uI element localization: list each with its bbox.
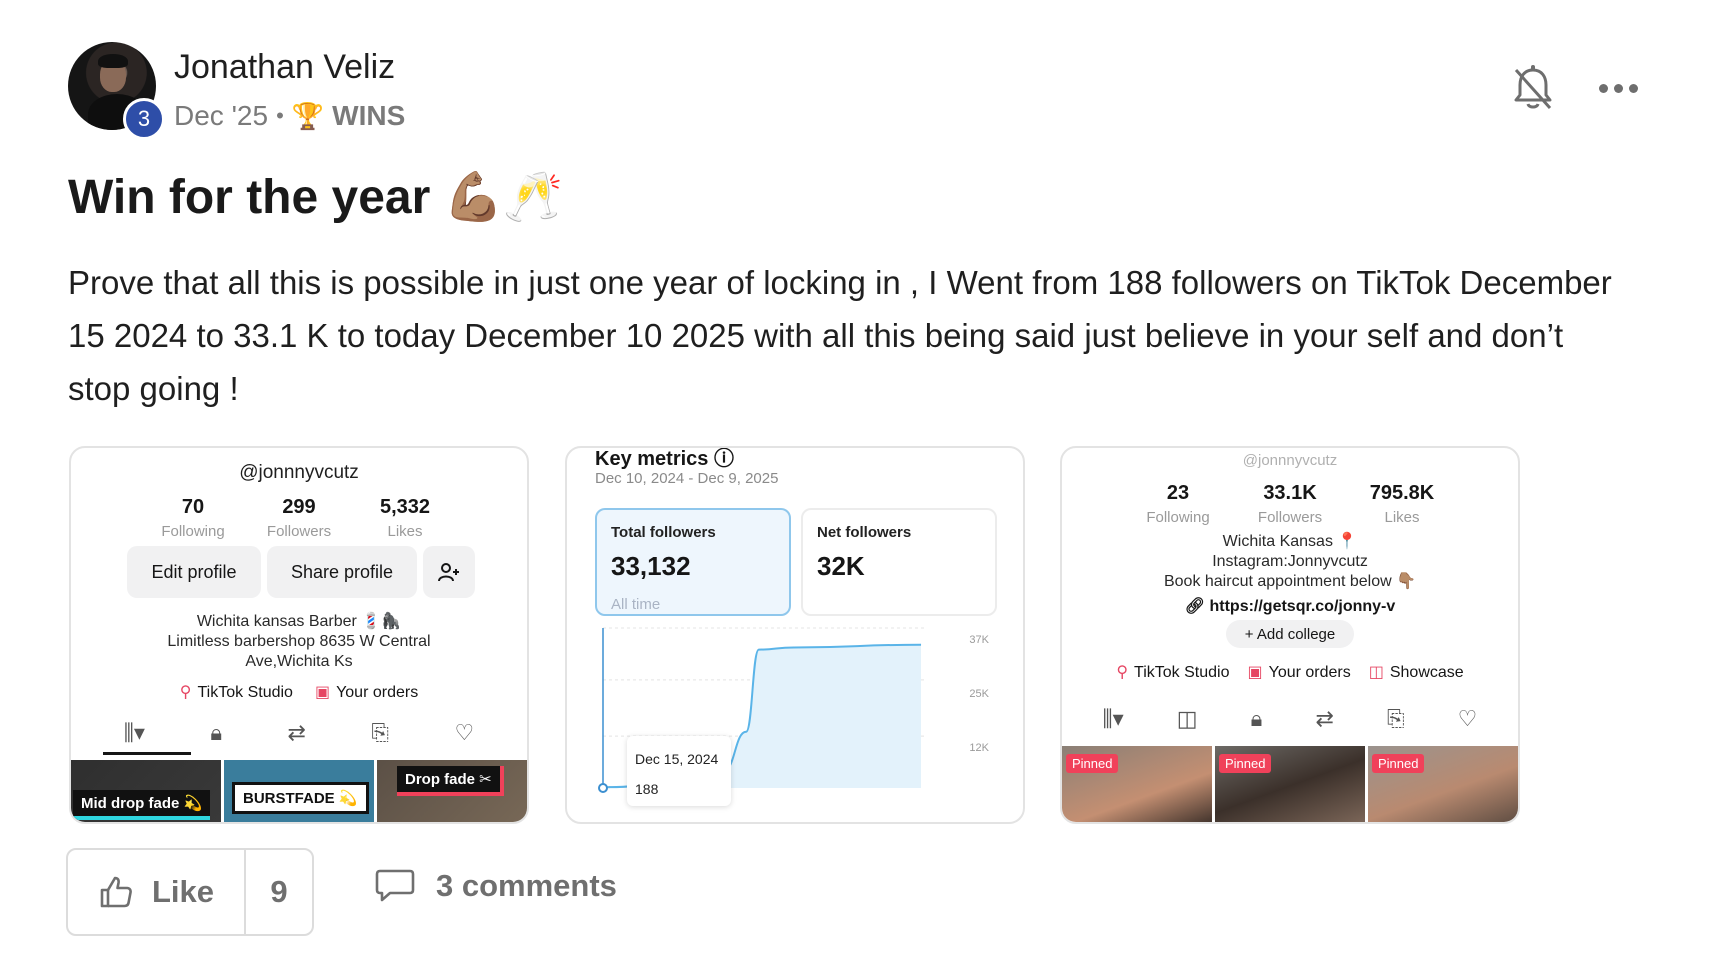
video-thumbnails: Mid drop fade 💫 BURSTFADE 💫 Drop fade ✂ bbox=[71, 760, 527, 822]
orders-icon: ▣ bbox=[314, 684, 331, 701]
attachment-image-2[interactable]: Key metrics ⓘ Dec 10, 2024 - Dec 9, 2025… bbox=[565, 446, 1025, 824]
category-label[interactable]: WINS bbox=[332, 100, 405, 132]
liked-tab-icon: ♡ bbox=[1457, 706, 1478, 731]
likes-label: Likes bbox=[1384, 509, 1420, 526]
pinned-badge: Pinned bbox=[1219, 754, 1272, 773]
liked-tab-icon: ♡ bbox=[454, 720, 475, 745]
edit-profile-button: Edit profile bbox=[127, 546, 261, 598]
repost-tab-icon: ⇄ bbox=[287, 720, 306, 745]
video-thumbnails: Pinned Pinned Pinned bbox=[1062, 746, 1518, 822]
post-body: Prove that all this is possible in just … bbox=[68, 264, 1612, 407]
thumbnail: Pinned bbox=[1062, 746, 1212, 822]
profile-tabs: ⫼▾ 🔒︎ ⇄ ⎘ ♡ bbox=[71, 720, 527, 746]
following-count: 23 bbox=[1166, 482, 1190, 504]
followers-label: Followers bbox=[266, 523, 332, 540]
showcase-icon: ◫ bbox=[1368, 664, 1384, 681]
profile-link: 🔗︎ https://getsqr.co/jonny-v bbox=[1184, 598, 1396, 615]
thumbnail: Drop fade ✂ bbox=[377, 760, 527, 822]
y-tick-label: 37K bbox=[969, 634, 989, 646]
link-icon: 🔗︎ bbox=[1184, 598, 1210, 615]
likes-label: Likes bbox=[387, 523, 423, 540]
like-count[interactable]: 9 bbox=[246, 850, 312, 934]
followers-label: Followers bbox=[1257, 509, 1323, 526]
profile-stats: 70 Following 299 Followers 5,332 Likes bbox=[71, 496, 527, 540]
studio-icon: ⚲ bbox=[179, 684, 192, 701]
lock-tab-icon: 🔒︎ bbox=[1250, 706, 1263, 731]
bell-off-icon[interactable] bbox=[1510, 64, 1556, 112]
level-badge: 3 bbox=[123, 98, 165, 140]
followers-count: 299 bbox=[282, 496, 316, 518]
profile-links: ⚲ TikTok Studio ▣ Your orders ◫ Showcase bbox=[1116, 664, 1464, 681]
thumbnail: BURSTFADE 💫 bbox=[224, 760, 374, 822]
likes-count: 5,332 bbox=[379, 496, 431, 518]
comment-icon bbox=[375, 869, 415, 902]
profile-bio: Wichita Kansas 📍 Instagram:Jonnyvcutz Bo… bbox=[1163, 533, 1417, 590]
orders-icon: ▣ bbox=[1247, 664, 1263, 681]
trophy-icon: 🏆 bbox=[291, 100, 325, 131]
active-tab-underline bbox=[103, 752, 191, 755]
post-meta: Dec '25 • 🏆 WINS bbox=[174, 100, 405, 132]
comments-button[interactable]: 3 comments bbox=[374, 868, 617, 904]
pinned-badge: Pinned bbox=[1372, 754, 1425, 773]
tiktok-handle: @jonnnyvcutz bbox=[1242, 452, 1338, 469]
thumbnail: Mid drop fade 💫 bbox=[71, 760, 221, 822]
profile-links: ⚲ TikTok Studio ▣ Your orders bbox=[179, 684, 419, 701]
chart-tooltip: Dec 15, 2024 188 bbox=[627, 736, 731, 806]
share-profile-button: Share profile bbox=[267, 546, 417, 598]
attachment-image-1[interactable]: @jonnnyvcutz 70 Following 299 Followers 5,… bbox=[69, 446, 529, 824]
avatar-hair bbox=[98, 54, 128, 68]
data-point bbox=[598, 783, 608, 793]
author-name[interactable]: Jonathan Veliz bbox=[174, 48, 395, 87]
post-header: 3 Jonathan Veliz Dec '25 • 🏆 WINS bbox=[68, 42, 1648, 140]
y-tick-label: 25K bbox=[969, 688, 989, 700]
profile-bio: Wichita kansas Barber 💈🦍 Limitless barbe… bbox=[167, 613, 431, 670]
thumbs-up-icon bbox=[100, 876, 132, 908]
post-title: Win for the year 💪🏽🥂 bbox=[68, 171, 564, 224]
studio-icon: ⚲ bbox=[1116, 664, 1129, 681]
tiktok-handle: @jonnnyvcutz bbox=[239, 462, 359, 483]
like-label: Like bbox=[151, 874, 215, 909]
post-date[interactable]: Dec '25 bbox=[174, 100, 268, 132]
attachment-image-3[interactable]: @jonnnyvcutz 23 Following 33.1K Followers … bbox=[1060, 446, 1520, 824]
following-label: Following bbox=[161, 523, 225, 540]
more-options-icon[interactable] bbox=[1588, 68, 1648, 108]
bookmark-tab-icon: ⎘ bbox=[1386, 706, 1405, 731]
followers-count: 33.1K bbox=[1263, 482, 1317, 504]
pinned-badge: Pinned bbox=[1066, 754, 1119, 773]
thumbnail: Pinned bbox=[1215, 746, 1365, 822]
repost-tab-icon: ⇄ bbox=[1315, 706, 1334, 731]
following-count: 70 bbox=[181, 496, 205, 518]
lock-tab-icon: 🔒︎ bbox=[210, 720, 223, 745]
shop-tab-icon: ◫ bbox=[1176, 706, 1198, 731]
grid-tab-icon: ⫼▾ bbox=[123, 720, 145, 745]
add-college-button: + Add college bbox=[1226, 620, 1354, 648]
profile-tabs: ⫼▾ ◫ 🔒︎ ⇄ ⎘ ♡ bbox=[1062, 706, 1518, 732]
profile-stats: 23 Following 33.1K Followers 795.8K Likes bbox=[1062, 482, 1518, 526]
add-friend-icon bbox=[423, 546, 475, 598]
favorites-tab-icon: ⎘ bbox=[371, 720, 390, 745]
like-control: Like 9 bbox=[66, 848, 314, 936]
following-label: Following bbox=[1146, 509, 1210, 526]
grid-tab-icon: ⫼▾ bbox=[1102, 706, 1124, 731]
like-button[interactable]: Like bbox=[68, 850, 246, 934]
meta-separator: • bbox=[276, 103, 284, 128]
comments-count: 3 comments bbox=[436, 868, 617, 903]
thumbnail: Pinned bbox=[1368, 746, 1518, 822]
likes-count: 795.8K bbox=[1369, 482, 1435, 504]
y-tick-label: 12K bbox=[969, 742, 989, 754]
